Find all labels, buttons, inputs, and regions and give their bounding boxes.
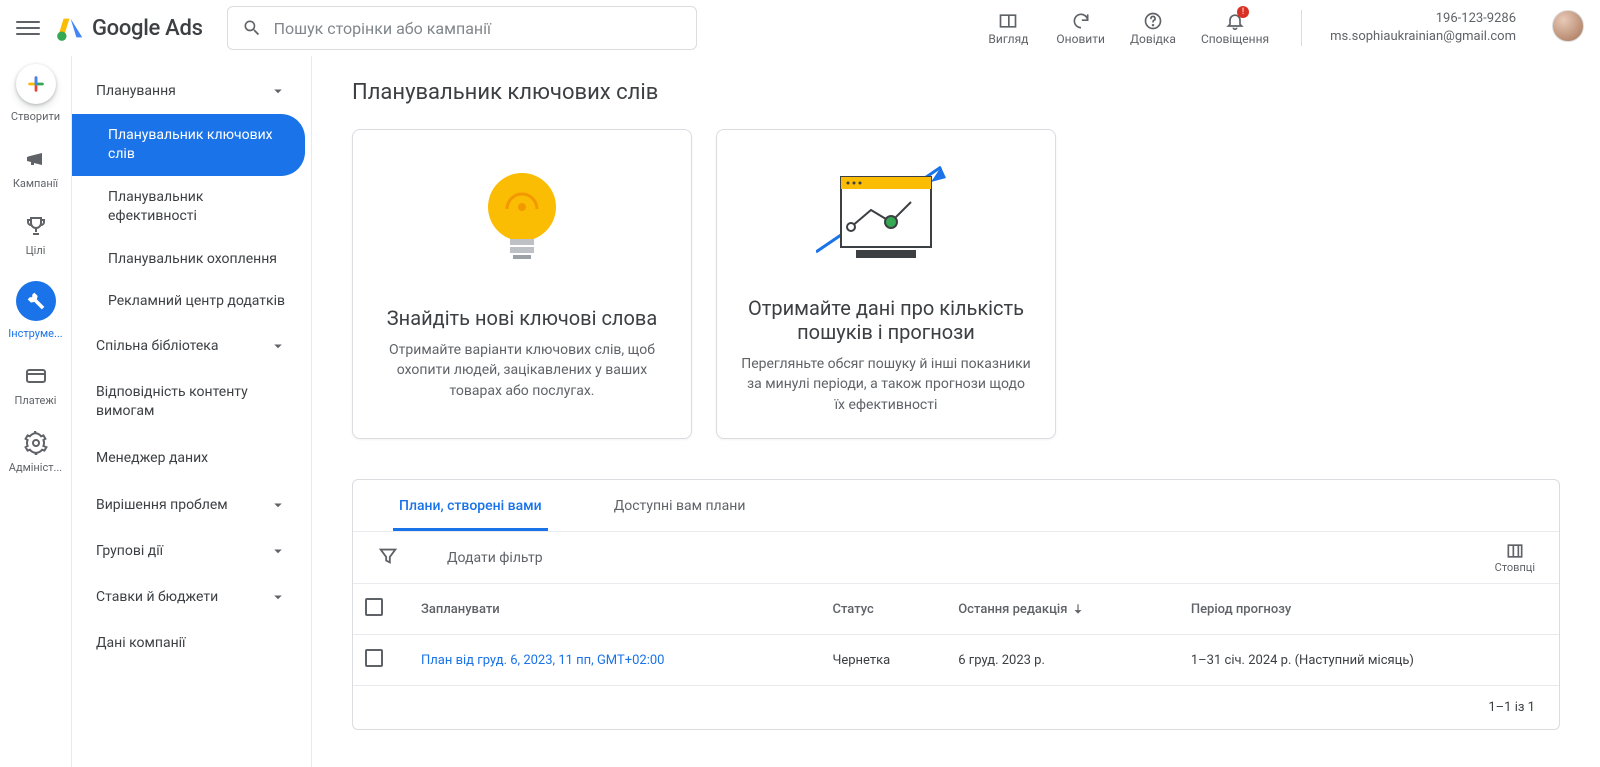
trophy-icon <box>24 214 48 238</box>
account-id: 196-123-9286 <box>1436 10 1516 28</box>
th-last-edit[interactable]: Остання редакція <box>946 584 1179 635</box>
tab-shared-with-you[interactable]: Доступні вам плани <box>608 498 752 531</box>
page-title: Планувальник ключових слів <box>312 56 1600 129</box>
nav-budgets-bids[interactable]: Ставки й бюджети <box>72 574 311 620</box>
row-checkbox[interactable] <box>365 649 383 667</box>
nav-business-data[interactable]: Дані компанії <box>72 620 311 667</box>
filter-button[interactable] <box>377 545 399 571</box>
divider <box>1301 10 1302 46</box>
search-input[interactable]: Пошук сторінки або кампанії <box>227 6 697 50</box>
ads-logo-icon <box>56 14 84 42</box>
pager: 1–1 із 1 <box>353 686 1559 729</box>
nav-planning-header[interactable]: Планування <box>72 68 311 114</box>
card2-title: Отримайте дані про кількість пошуків і п… <box>741 296 1031 344</box>
rail-admin[interactable]: Адмініст... <box>0 431 71 474</box>
search-placeholder: Пошук сторінки або кампанії <box>274 19 491 38</box>
nav-reach-planner[interactable]: Планувальник охоплення <box>72 238 311 281</box>
plans-table: Запланувати Статус Остання редакція Пері… <box>353 584 1559 686</box>
logo[interactable]: Google Ads <box>56 14 203 42</box>
card-find-keywords[interactable]: Знайдіть нові ключові слова Отримайте ва… <box>352 129 692 439</box>
nav-content-suitability[interactable]: Відповідність контенту вимогам <box>72 369 311 435</box>
lightbulb-illustration <box>477 162 567 282</box>
nav-performance-planner[interactable]: Планувальник ефективності <box>72 176 311 238</box>
appearance-button[interactable]: Вигляд <box>984 10 1032 46</box>
plan-last-edit: 6 груд. 2023 р. <box>946 635 1179 686</box>
chart-illustration <box>816 162 956 272</box>
nav-troubleshooting[interactable]: Вирішення проблем <box>72 482 311 528</box>
rail-campaigns[interactable]: Кампанії <box>0 147 71 190</box>
filter-icon <box>377 545 399 567</box>
th-status[interactable]: Статус <box>820 584 946 635</box>
card-search-volume[interactable]: Отримайте дані про кількість пошуків і п… <box>716 129 1056 439</box>
card1-desc: Отримайте варіанти ключових слів, щоб ох… <box>377 340 667 401</box>
plan-link[interactable]: План від груд. 6, 2023, 11 пп, GMT+02:00 <box>409 635 820 686</box>
rail-billing[interactable]: Платежі <box>0 364 71 407</box>
logo-text: Google Ads <box>92 16 203 41</box>
plan-forecast: 1–31 січ. 2024 р. (Наступний місяць) <box>1179 635 1559 686</box>
account-info[interactable]: 196-123-9286 ms.sophiaukrainian@gmail.co… <box>1330 10 1516 46</box>
chevron-down-icon <box>269 542 287 560</box>
tab-created-by-you[interactable]: Плани, створені вами <box>393 498 548 531</box>
rail-tools[interactable]: Інструме... <box>0 281 71 340</box>
refresh-icon <box>1071 11 1091 31</box>
nav-keyword-planner[interactable]: Планувальник ключових слів <box>72 114 305 176</box>
rail-goals[interactable]: Цілі <box>0 214 71 257</box>
table-row[interactable]: План від груд. 6, 2023, 11 пп, GMT+02:00… <box>353 635 1559 686</box>
card1-title: Знайдіть нові ключові слова <box>387 306 657 330</box>
sort-desc-icon <box>1071 602 1085 616</box>
nav-bulk-actions[interactable]: Групові дії <box>72 528 311 574</box>
th-plan[interactable]: Запланувати <box>409 584 820 635</box>
help-icon <box>1143 11 1163 31</box>
menu-button[interactable] <box>16 16 40 40</box>
columns-icon <box>1505 541 1525 561</box>
avatar[interactable] <box>1552 10 1584 42</box>
card2-desc: Перегляньте обсяг пошуку й інші показник… <box>741 354 1031 415</box>
appearance-icon <box>998 11 1018 31</box>
plus-icon <box>25 73 47 95</box>
account-email: ms.sophiaukrainian@gmail.com <box>1330 28 1516 46</box>
help-button[interactable]: Довідка <box>1129 10 1177 46</box>
nav-app-ads-hub[interactable]: Рекламний центр додатків <box>72 280 311 323</box>
rail-create[interactable]: Створити <box>0 64 71 123</box>
chevron-down-icon <box>269 588 287 606</box>
chevron-up-icon <box>269 82 287 100</box>
gear-icon <box>24 431 48 455</box>
nav-shared-library[interactable]: Спільна бібліотека <box>72 323 311 369</box>
refresh-button[interactable]: Оновити <box>1056 10 1105 46</box>
card-icon <box>24 364 48 388</box>
notifications-button[interactable]: ! Сповіщення <box>1201 10 1269 46</box>
notification-badge: ! <box>1237 6 1249 18</box>
chevron-down-icon <box>269 337 287 355</box>
columns-button[interactable]: Стовпці <box>1495 541 1535 574</box>
chevron-down-icon <box>269 496 287 514</box>
search-icon <box>242 18 262 38</box>
plan-status: Чернетка <box>820 635 946 686</box>
tools-icon <box>26 291 46 311</box>
nav-data-manager[interactable]: Менеджер даних <box>72 435 311 482</box>
add-filter-button[interactable]: Додати фільтр <box>447 550 543 566</box>
select-all-checkbox[interactable] <box>365 598 383 616</box>
th-forecast-period[interactable]: Період прогнозу <box>1179 584 1559 635</box>
megaphone-icon <box>24 147 48 171</box>
